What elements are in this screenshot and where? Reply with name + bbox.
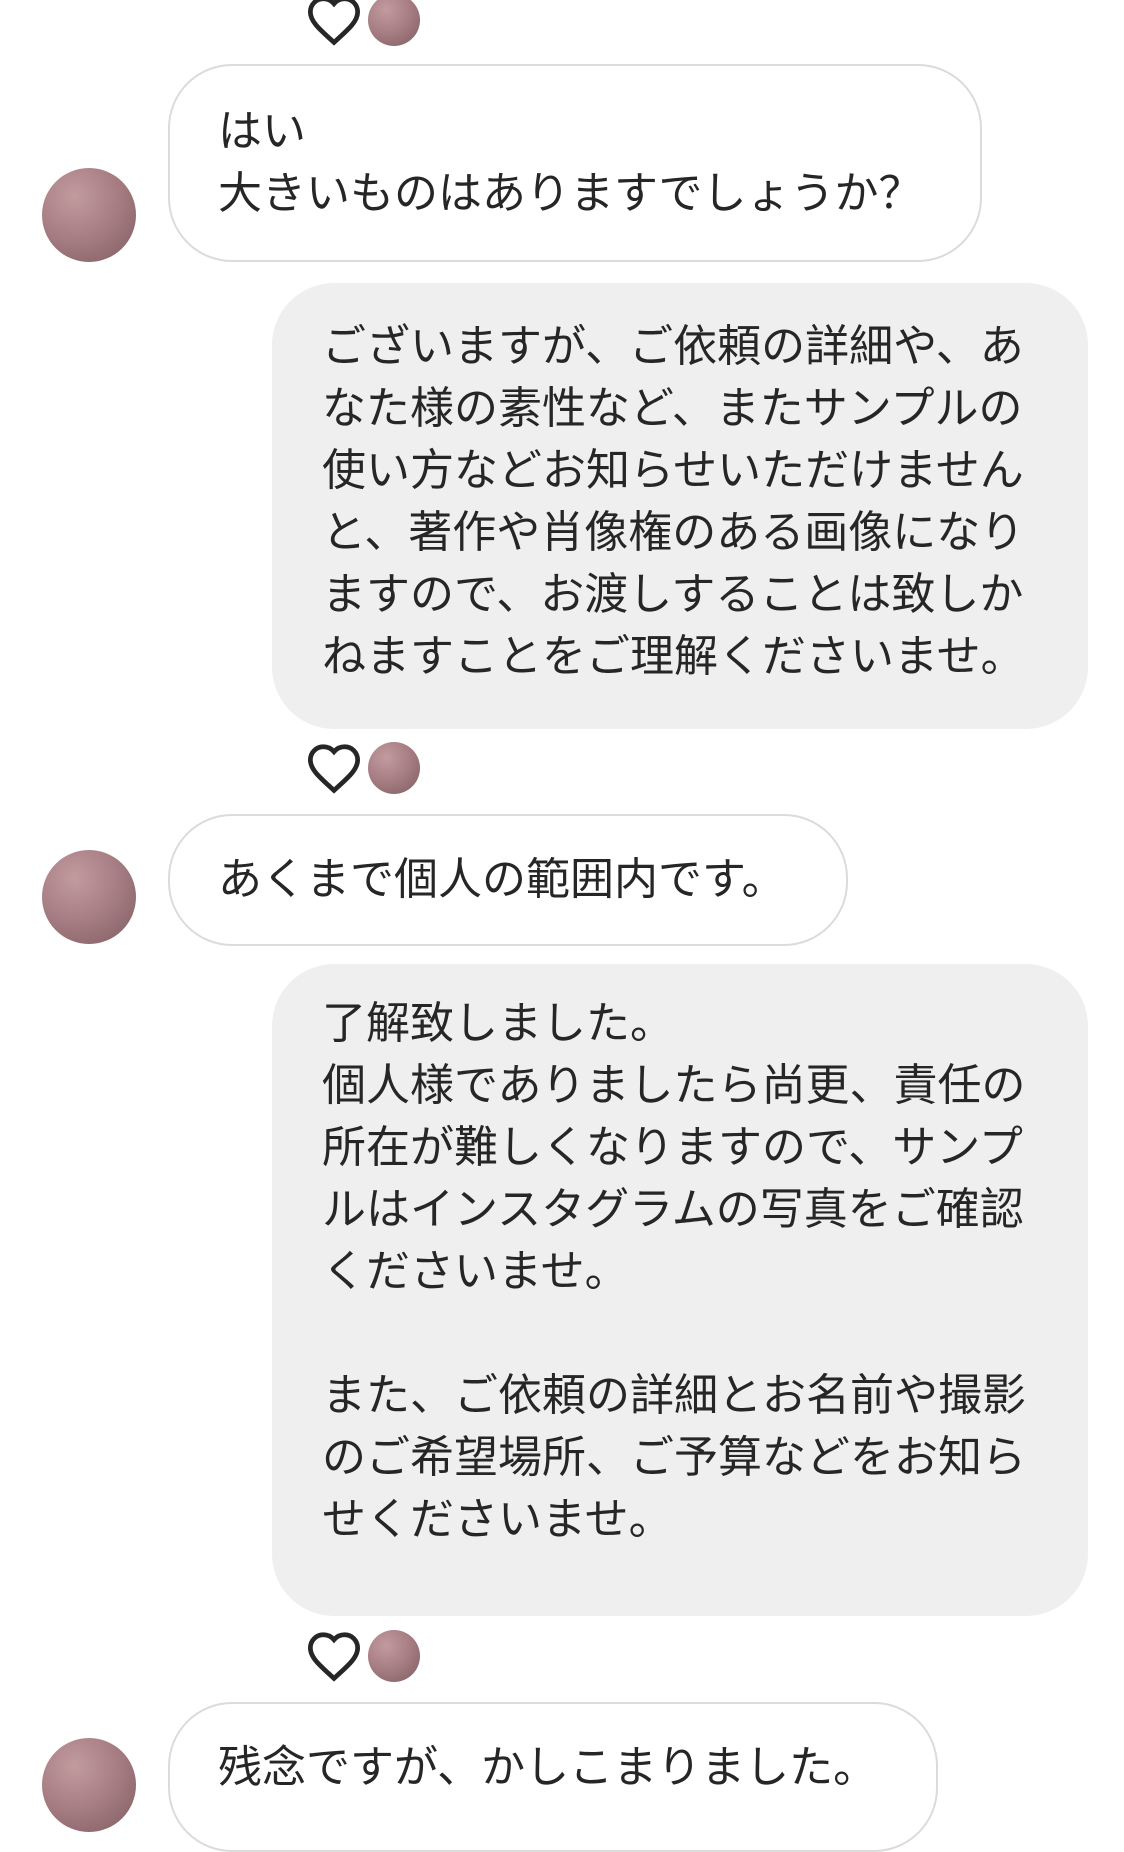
sender-avatar[interactable] bbox=[42, 1738, 136, 1832]
message-text: せくださいませ。 bbox=[322, 1494, 673, 1545]
message-text: ねますことをご理解くださいませ。 bbox=[322, 631, 1025, 682]
outgoing-message-bubble[interactable]: 了解致しました。 個人様でありましたら尚更、責任の 所在が難しくなりますので、サ… bbox=[272, 964, 1088, 1616]
incoming-message-bubble[interactable]: はい 大きいものはありますでしょうか？ bbox=[168, 64, 982, 262]
message-text: 所在が難しくなりますので、サンプ bbox=[322, 1122, 1023, 1173]
message-text: のご希望場所、ご予算などをお知ら bbox=[322, 1432, 1026, 1483]
message-text: はい bbox=[218, 106, 306, 157]
message-text: と、著作や肖像権のある画像になり bbox=[322, 507, 1025, 558]
heart-outline-icon[interactable] bbox=[305, 1630, 363, 1682]
incoming-message-bubble[interactable]: あくまで個人の範囲内です。 bbox=[168, 814, 848, 946]
message-text: ございますが、ご依頼の詳細や、あ bbox=[322, 321, 1024, 372]
seen-avatar bbox=[368, 0, 420, 46]
seen-avatar bbox=[368, 1630, 420, 1682]
message-text: あくまで個人の範囲内です。 bbox=[218, 854, 786, 905]
message-text: 使い方などお知らせいただけません bbox=[322, 445, 1024, 496]
message-text: くださいませ。 bbox=[322, 1246, 629, 1297]
incoming-message-bubble[interactable]: 残念ですが、かしこまりました。 bbox=[168, 1702, 938, 1852]
message-text: ルはインスタグラムの写真をご確認 bbox=[322, 1184, 1024, 1235]
message-text: 残念ですが、かしこまりました。 bbox=[218, 1742, 878, 1793]
seen-avatar bbox=[368, 742, 420, 794]
message-text: 了解致しました。 bbox=[322, 998, 674, 1049]
message-text: 大きいものはありますでしょうか？ bbox=[218, 168, 923, 219]
message-text: また、ご依頼の詳細とお名前や撮影 bbox=[322, 1370, 1026, 1421]
message-text: 個人様でありましたら尚更、責任の bbox=[322, 1060, 1026, 1111]
message-text: なた様の素性など、またサンプルの bbox=[322, 383, 1023, 434]
heart-outline-icon[interactable] bbox=[305, 742, 363, 794]
message-text: ますので、お渡しすることは致しか bbox=[322, 569, 1024, 620]
heart-outline-icon[interactable] bbox=[305, 0, 363, 46]
sender-avatar[interactable] bbox=[42, 850, 136, 944]
outgoing-message-bubble[interactable]: ございますが、ご依頼の詳細や、あ なた様の素性など、またサンプルの 使い方などお… bbox=[272, 283, 1088, 729]
sender-avatar[interactable] bbox=[42, 168, 136, 262]
